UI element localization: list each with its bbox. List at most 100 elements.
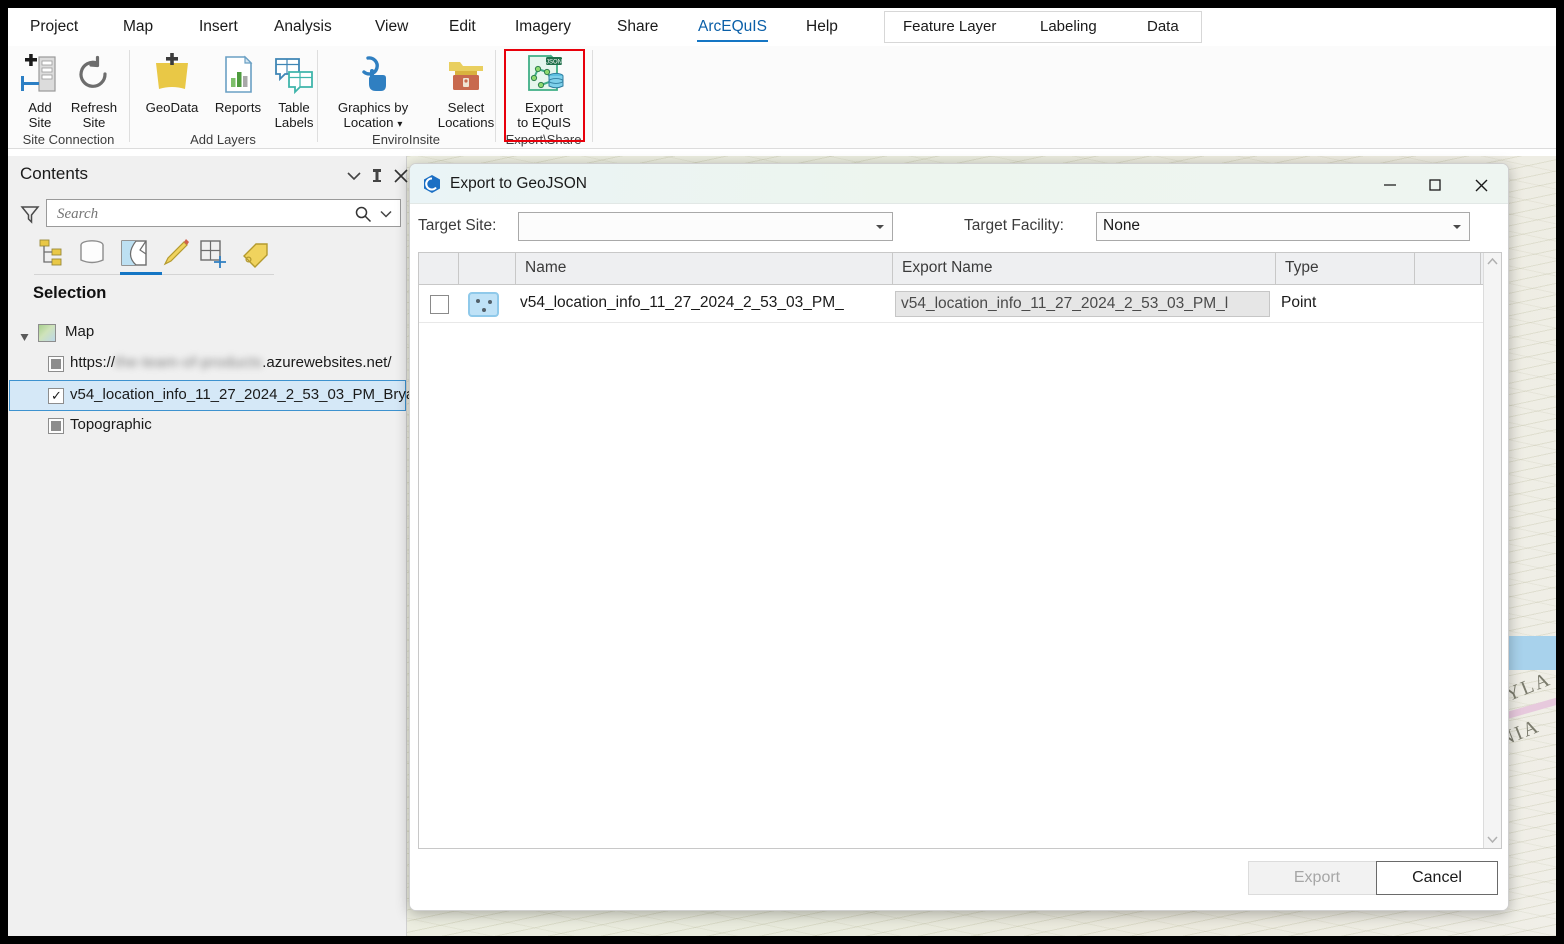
sidebar-item-list-by-selection[interactable] [116, 236, 152, 270]
target-facility-combobox[interactable]: None [1096, 212, 1470, 241]
table-of-contents-item-v54-location-info[interactable]: ✓ v54_location_info_11_27_2024_2_53_03_P… [9, 380, 435, 411]
ribbon-button-add-site[interactable]: Add Site [12, 48, 68, 130]
ribbon-group-enviroinsite: Graphics by Location ▾ Select Locations … [318, 46, 494, 148]
grid-column-header-type[interactable]: Type [1276, 253, 1415, 284]
chevron-down-icon[interactable] [379, 207, 393, 221]
pin-icon[interactable] [366, 165, 388, 187]
contents-search-box[interactable] [46, 199, 401, 227]
target-site-label: Target Site: [418, 217, 497, 234]
export-button[interactable]: Export [1248, 861, 1386, 895]
ribbon-button-reports[interactable]: Reports [206, 48, 270, 115]
arcgis-pro-window: Project Map Insert Analysis View Edit Im… [8, 8, 1556, 936]
contents-pane: Contents Search Selection Map https://th… [8, 156, 435, 936]
ribbon-button-graphics-by-location[interactable]: Graphics by Location ▾ [320, 48, 426, 132]
grid-column-header-name[interactable]: Name [516, 253, 893, 284]
sidebar-item-list-by-labeling[interactable] [236, 236, 272, 270]
grid-vertical-scrollbar[interactable] [1483, 253, 1501, 848]
search-icon[interactable] [354, 205, 372, 223]
chevron-down-icon[interactable]: ▾ [397, 119, 402, 130]
grid-column-header-spare[interactable] [1415, 253, 1481, 284]
ribbon-group-label-add-layers: Add Layers [190, 132, 256, 147]
ribbon-tab-imagery[interactable]: Imagery [505, 8, 581, 46]
ribbon-button-add-site-line1: Add [28, 100, 52, 115]
scroll-down-icon[interactable] [1484, 830, 1501, 848]
row-select-checkbox[interactable] [430, 295, 449, 314]
funnel-icon[interactable] [20, 204, 40, 224]
point-feature-icon [468, 292, 499, 317]
grid-column-label-type: Type [1285, 259, 1319, 276]
sidebar-item-list-by-snapping[interactable] [196, 236, 232, 270]
sidebar-item-list-by-data-source[interactable] [74, 236, 110, 270]
table-of-contents-item-map[interactable]: Map [8, 318, 407, 349]
table-row[interactable]: v54_location_info_11_27_2024_2_53_03_PM_… [419, 285, 1501, 323]
export-to-equis-icon: JSON [521, 52, 567, 98]
ribbon-tab-share[interactable]: Share [607, 8, 668, 46]
export-layers-grid: Name Export Name Type v54_location_info_… [418, 252, 1502, 849]
ribbon-body: Add Site Refresh Site Site Connection Ge… [8, 46, 1556, 148]
map-layer-icon [38, 324, 56, 342]
layer-visibility-checkbox[interactable]: ✓ [48, 388, 64, 404]
layer-url-suffix: .azurewebsites.net/ [262, 354, 392, 371]
cell-type: Point [1281, 294, 1317, 311]
ribbon-button-geodata[interactable]: GeoData [136, 48, 208, 115]
target-facility-value: None [1103, 217, 1141, 234]
contents-tree: Map https://the-team-of-products.azurewe… [8, 318, 435, 442]
cell-export-name-input[interactable]: v54_location_info_11_27_2024_2_53_03_PM_… [895, 291, 1270, 317]
ribbon-tab-view[interactable]: View [365, 8, 418, 46]
contents-search-row [8, 196, 407, 232]
ribbon-tab-arcequis[interactable]: ArcEQuIS [688, 8, 777, 46]
ribbon-button-geodata-label: GeoData [145, 100, 199, 115]
ribbon-bottom-divider [8, 148, 1556, 149]
grid-column-header-check[interactable] [419, 253, 459, 284]
sidebar-item-list-by-drawing-order[interactable] [34, 236, 70, 270]
ribbon-button-table-labels[interactable]: Table Labels [268, 48, 320, 130]
layer-visibility-checkbox[interactable] [48, 356, 64, 372]
scroll-up-icon[interactable] [1484, 253, 1501, 271]
contents-pane-title: Contents [20, 164, 89, 183]
ribbon-group-add-layers: GeoData Reports Table Labels Add Layers [130, 46, 316, 148]
close-icon[interactable] [1460, 164, 1506, 204]
layer-visibility-checkbox[interactable] [48, 418, 64, 434]
contextual-tab-group: Feature Layer Labeling Data [884, 11, 1202, 43]
table-of-contents-item-label: Topographic [70, 416, 152, 433]
ribbon-button-select-locations[interactable]: Select Locations [428, 48, 504, 130]
ribbon-button-table-labels-line1: Table [278, 100, 310, 115]
ribbon-tab-edit[interactable]: Edit [439, 8, 486, 46]
expand-collapse-icon[interactable] [20, 329, 29, 341]
contextual-tab-feature-layer[interactable]: Feature Layer [903, 12, 996, 42]
table-of-contents-item-azure-service[interactable]: https://the-team-of-products.azurewebsit… [8, 349, 407, 380]
ribbon-button-refresh-site[interactable]: Refresh Site [65, 48, 123, 130]
maximize-icon[interactable] [1414, 164, 1460, 204]
grid-header-row: Name Export Name Type [419, 253, 1501, 285]
ribbon-button-graphics-by-location-line2: Location ▾ [343, 115, 403, 130]
sidebar-item-list-by-editing[interactable] [158, 236, 194, 270]
contextual-tab-data[interactable]: Data [1147, 12, 1179, 42]
dialog-footer: Export Cancel [410, 852, 1508, 910]
ribbon-button-export-to-equis[interactable]: JSON Export to EQuIS [505, 48, 583, 130]
grid-column-label-name: Name [525, 259, 567, 276]
ribbon-button-select-locations-line1: Select [447, 100, 485, 115]
cell-name: v54_location_info_11_27_2024_2_53_03_PM_ [520, 294, 844, 311]
ribbon-tab-project[interactable]: Project [20, 8, 88, 46]
grid-column-header-export-name[interactable]: Export Name [893, 253, 1276, 284]
target-site-combobox[interactable] [518, 212, 893, 241]
chevron-down-icon[interactable] [343, 165, 365, 187]
ribbon-group-separator-4 [592, 50, 593, 142]
target-facility-label: Target Facility: [964, 217, 1064, 234]
ribbon-button-refresh-site-line1: Refresh [70, 100, 118, 115]
ribbon-tab-map[interactable]: Map [113, 8, 163, 46]
ribbon-tab-insert[interactable]: Insert [189, 8, 248, 46]
ribbon-button-select-locations-line2: Locations [437, 115, 495, 130]
grid-column-header-icon[interactable] [459, 253, 516, 284]
search-input[interactable] [55, 204, 345, 224]
table-of-contents-item-topographic[interactable]: Topographic [8, 411, 407, 442]
cancel-button[interactable]: Cancel [1376, 861, 1498, 895]
dialog-title-bar[interactable]: Export to GeoJSON [410, 164, 1508, 204]
ribbon-button-add-site-line2: Site [28, 115, 52, 130]
contextual-tab-labeling[interactable]: Labeling [1040, 12, 1097, 42]
ribbon-tab-analysis[interactable]: Analysis [264, 8, 342, 46]
ribbon-tab-help[interactable]: Help [796, 8, 848, 46]
minimize-icon[interactable] [1368, 164, 1414, 204]
contents-pane-header: Contents [8, 156, 408, 196]
contents-pane-tabs [8, 234, 407, 278]
